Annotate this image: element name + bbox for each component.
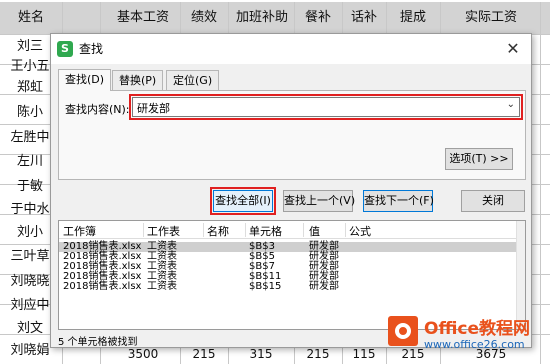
- header-base-salary[interactable]: 基本工资: [108, 2, 178, 34]
- header-phone[interactable]: 话补: [344, 2, 384, 34]
- column-header-value[interactable]: 值: [309, 223, 320, 239]
- find-all-button[interactable]: 查找全部(I): [210, 187, 276, 215]
- column-separator: [303, 223, 304, 237]
- column-header-name[interactable]: 名称: [207, 223, 229, 239]
- column-header-row: 姓名 基本工资 绩效 加班补助 餐补 话补 提成 实际工资: [0, 2, 550, 34]
- column-header-workbook[interactable]: 工作簿: [63, 223, 96, 239]
- header-commission[interactable]: 提成: [390, 2, 436, 34]
- close-button[interactable]: 关闭: [461, 190, 525, 212]
- close-icon[interactable]: ✕: [501, 37, 525, 61]
- column-separator: [345, 223, 346, 237]
- result-workbook: 2018销售表.xlsx: [63, 281, 142, 292]
- result-value: 研发部: [309, 281, 339, 292]
- header-name[interactable]: 姓名: [0, 2, 62, 34]
- column-separator: [245, 223, 246, 237]
- find-next-button[interactable]: 查找下一个(F): [363, 190, 434, 212]
- wps-app-icon: S: [57, 41, 73, 57]
- column-header-cell[interactable]: 单元格: [249, 223, 282, 239]
- options-button[interactable]: 选项(T) >>: [445, 148, 513, 170]
- results-status: 5 个单元格被找到: [58, 337, 138, 348]
- header-actual-salary[interactable]: 实际工资: [446, 2, 536, 34]
- chevron-down-icon[interactable]: ⌄: [507, 99, 515, 110]
- gridline: [540, 2, 541, 364]
- watermark-url: www.office26.com: [424, 338, 525, 351]
- find-what-value[interactable]: 研发部: [137, 100, 170, 116]
- find-what-combobox[interactable]: 研发部 ⌄: [129, 94, 523, 120]
- tab-replace[interactable]: 替换(P): [112, 70, 164, 90]
- column-separator: [143, 223, 144, 237]
- find-what-label: 查找内容(N):: [65, 103, 130, 116]
- column-separator: [203, 223, 204, 237]
- watermark-site-name: Office教程网: [424, 319, 531, 339]
- find-dialog: S 查找 ✕ 查找(D) 替换(P) 定位(G) 查找内容(N): 研发部 ⌄ …: [50, 33, 532, 348]
- office-logo-icon: [388, 316, 418, 346]
- header-meal[interactable]: 餐补: [296, 2, 340, 34]
- tab-find[interactable]: 查找(D): [58, 69, 112, 91]
- results-header: 工作簿 工作表 名称 单元格 值 公式: [59, 221, 525, 239]
- office26-watermark: Office教程网 www.office26.com: [388, 312, 548, 358]
- column-header-sheet[interactable]: 工作表: [147, 223, 180, 239]
- tab-goto[interactable]: 定位(G): [166, 70, 220, 90]
- header-overtime[interactable]: 加班补助: [230, 2, 294, 34]
- result-cell: $B$15: [249, 281, 282, 292]
- result-row[interactable]: 2018销售表.xlsx 工资表 $B$15 研发部: [59, 281, 521, 292]
- result-sheet: 工资表: [147, 281, 177, 292]
- header-performance[interactable]: 绩效: [182, 2, 226, 34]
- find-previous-button[interactable]: 查找上一个(V): [283, 190, 355, 212]
- column-header-formula[interactable]: 公式: [349, 223, 371, 239]
- dialog-title: 查找: [79, 42, 104, 56]
- dialog-titlebar[interactable]: S 查找 ✕: [51, 34, 531, 64]
